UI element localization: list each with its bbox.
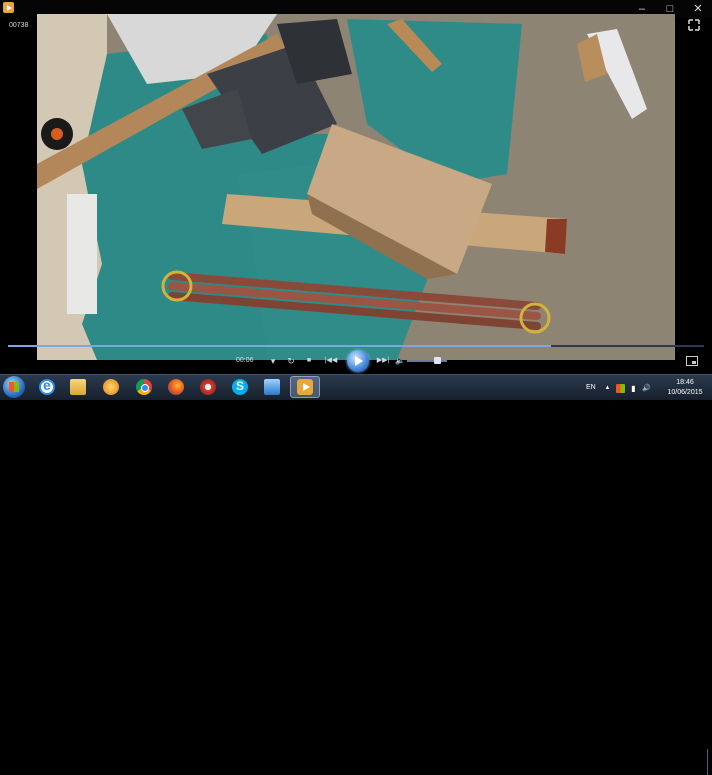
volume-slider-thumb[interactable] [434, 357, 442, 364]
daemon-tools-icon [200, 379, 216, 395]
taskbar-item-video-player[interactable] [290, 376, 320, 398]
tray-volume-icon[interactable]: 🔊 [642, 384, 651, 393]
network-icon[interactable]: ▮ [629, 384, 638, 393]
next-button[interactable]: ▶▶| [373, 355, 393, 367]
seek-bar[interactable] [8, 345, 704, 347]
clock-time: 18:46 [676, 379, 694, 386]
explorer-icon [264, 379, 280, 395]
taskbar-item-media-player[interactable] [96, 376, 126, 398]
player-app-icon[interactable] [3, 2, 14, 13]
chrome-icon [136, 379, 152, 395]
stop-button[interactable]: ■ [303, 355, 315, 367]
taskbar-clock[interactable]: 18:46 10/06/2015 [665, 378, 705, 398]
video-player-icon [297, 379, 313, 395]
video-frame[interactable] [37, 14, 675, 360]
menu-dropdown-button[interactable]: ▾ [267, 355, 279, 367]
white-panel [67, 194, 97, 314]
media-player-window: – □ ✕ 00738 00:06 ▾ ↻ ■ |◀◀ ▶▶| 🔈 [0, 0, 712, 374]
playback-controls: ▾ ↻ ■ |◀◀ ▶▶| 🔈 [255, 350, 455, 372]
internet-explorer-icon [39, 377, 55, 395]
taskbar-item-explorer[interactable] [257, 376, 287, 398]
tray-expand-icon[interactable]: ▲ [603, 384, 612, 393]
taskbar-item-daemon-tools[interactable] [193, 376, 223, 398]
skype-icon [232, 379, 248, 395]
file-name-label: 00738 [9, 22, 29, 29]
beam-end [545, 219, 567, 254]
play-button[interactable] [347, 350, 369, 372]
close-button[interactable]: ✕ [684, 0, 712, 18]
volume-icon[interactable]: 🔈 [395, 355, 405, 367]
fullscreen-icon[interactable] [688, 19, 700, 31]
taskbar-item-firefox[interactable] [161, 376, 191, 398]
show-desktop-button[interactable] [707, 749, 712, 775]
mini-player-icon[interactable] [686, 356, 698, 366]
action-center-flag-icon[interactable] [616, 384, 625, 393]
elapsed-time: 00:06 [236, 357, 254, 364]
taskbar-item-folder[interactable] [63, 376, 93, 398]
folder-icon [70, 379, 86, 395]
previous-button[interactable]: |◀◀ [321, 355, 341, 367]
repeat-icon[interactable]: ↻ [285, 355, 297, 367]
seek-bar-progress [8, 345, 551, 347]
system-tray: ▲ ▮ 🔊 [603, 384, 651, 393]
start-button[interactable] [3, 376, 25, 398]
taskbar-item-skype[interactable] [225, 376, 255, 398]
taskbar-item-internet-explorer[interactable] [32, 376, 62, 398]
volume-slider[interactable] [407, 357, 447, 364]
media-player-icon [103, 379, 119, 395]
video-scene [37, 14, 675, 360]
clock-date: 10/06/2015 [667, 389, 703, 396]
firefox-icon [168, 379, 184, 395]
language-indicator[interactable]: EN [586, 384, 596, 391]
taskbar-item-chrome[interactable] [129, 376, 159, 398]
